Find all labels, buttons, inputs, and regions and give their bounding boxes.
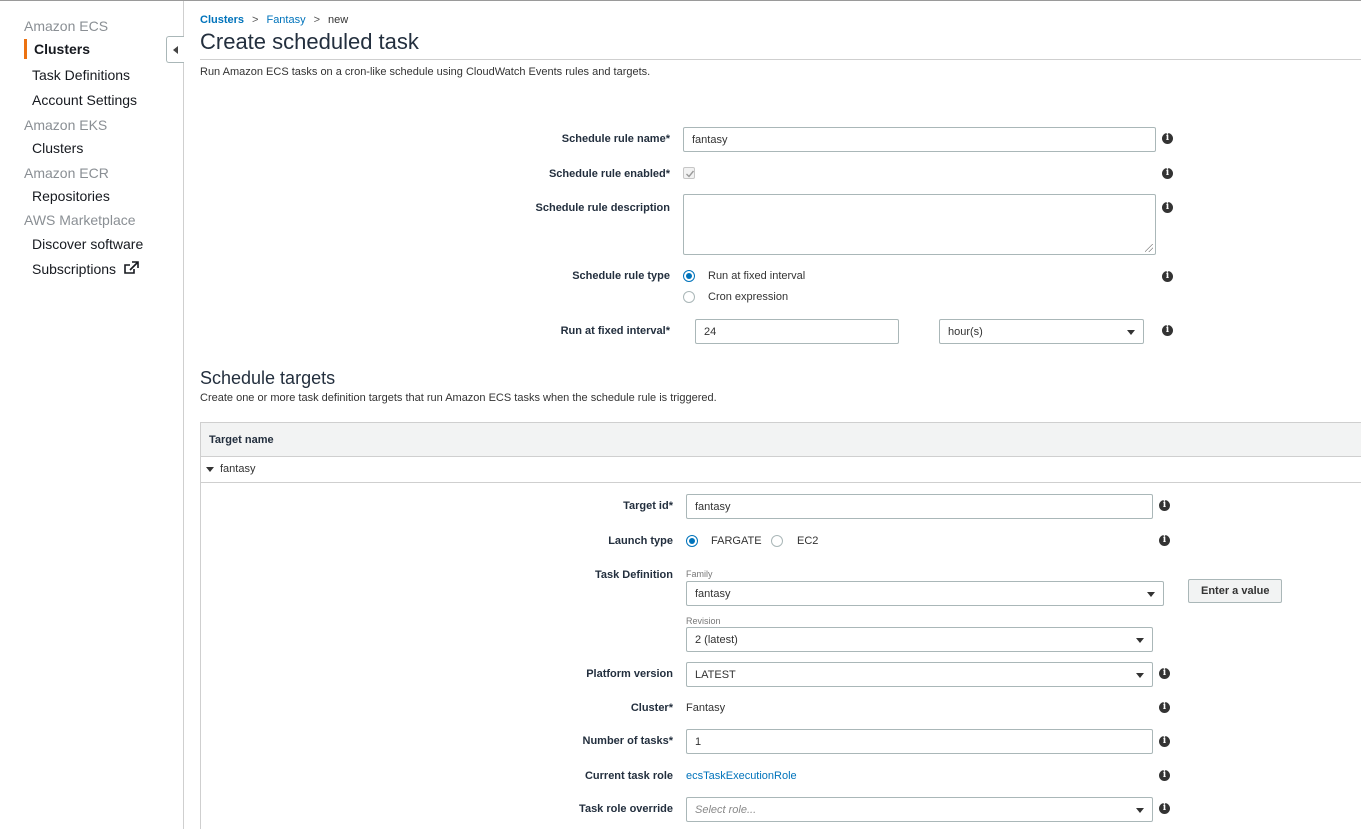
info-icon[interactable]: i <box>1159 770 1170 781</box>
top-border <box>0 0 1361 1</box>
number-of-tasks-label: Number of tasks* <box>582 735 673 747</box>
revision-select[interactable]: 2 (latest) <box>686 627 1153 652</box>
radio-cron-expression[interactable] <box>683 291 695 303</box>
info-icon[interactable]: i <box>1162 271 1173 282</box>
sidebar-item-subscriptions[interactable]: Subscriptions <box>32 261 139 277</box>
caret-down-icon <box>206 467 214 472</box>
interval-unit-select[interactable]: hour(s) <box>939 319 1144 344</box>
platform-version-label: Platform version <box>586 668 673 680</box>
task-role-override-select[interactable]: Select role... <box>686 797 1153 822</box>
radio-fixed-interval[interactable] <box>683 270 695 282</box>
schedule-rule-name-input[interactable]: fantasy <box>683 127 1156 152</box>
breadcrumb: Clusters > Fantasy > new <box>200 14 348 26</box>
breadcrumb-separator: > <box>313 14 321 26</box>
info-icon[interactable]: i <box>1159 535 1170 546</box>
info-icon[interactable]: i <box>1159 803 1170 814</box>
schedule-rule-enabled-label: Schedule rule enabled* <box>548 168 670 180</box>
radio-fargate-label[interactable]: FARGATE <box>711 535 762 547</box>
sidebar-section-ecs: Amazon ECS <box>24 18 109 34</box>
target-id-label: Target id* <box>623 500 673 512</box>
sidebar-item-account-settings[interactable]: Account Settings <box>32 92 137 108</box>
radio-ec2-label[interactable]: EC2 <box>797 535 818 547</box>
enter-value-button[interactable]: Enter a value <box>1188 579 1283 603</box>
schedule-targets-title: Schedule targets <box>200 368 336 388</box>
current-task-role-link[interactable]: ecsTaskExecutionRole <box>686 770 797 782</box>
radio-fixed-interval-label[interactable]: Run at fixed interval <box>708 270 805 282</box>
resize-handle-icon[interactable] <box>1145 244 1153 252</box>
sidebar-collapse-button[interactable] <box>166 36 184 63</box>
info-icon[interactable]: i <box>1159 668 1170 679</box>
breadcrumb-separator: > <box>252 14 259 26</box>
sidebar-section-eks: Amazon EKS <box>24 117 108 133</box>
targets-table-header: Target name <box>200 422 1361 457</box>
info-icon[interactable]: i <box>1159 736 1170 747</box>
schedule-rule-name-label: Schedule rule name* <box>561 133 670 145</box>
task-role-override-label: Task role override <box>579 803 673 815</box>
number-of-tasks-input[interactable]: 1 <box>686 729 1153 754</box>
sidebar-item-clusters[interactable]: Clusters <box>34 41 90 57</box>
family-sublabel: Family <box>686 569 713 579</box>
radio-fargate[interactable] <box>686 535 698 547</box>
page-title: Create scheduled task <box>200 29 419 54</box>
schedule-targets-subtitle: Create one or more task definition targe… <box>200 392 717 404</box>
revision-sublabel: Revision <box>686 616 721 626</box>
cluster-value: Fantasy <box>686 702 726 714</box>
target-id-input[interactable]: fantasy <box>686 494 1153 519</box>
schedule-rule-description-textarea[interactable] <box>683 194 1156 255</box>
sidebar-item-discover-software[interactable]: Discover software <box>32 236 143 252</box>
task-definition-label: Task Definition <box>594 569 673 581</box>
info-icon[interactable]: i <box>1162 168 1173 179</box>
info-icon[interactable]: i <box>1162 202 1173 213</box>
column-header-target-name: Target name <box>209 434 274 446</box>
sidebar-item-eks-clusters[interactable]: Clusters <box>32 140 83 156</box>
cluster-label: Cluster* <box>630 702 673 714</box>
sidebar-item-repositories[interactable]: Repositories <box>32 188 110 204</box>
radio-ec2[interactable] <box>771 535 783 547</box>
target-row-name: fantasy <box>220 463 256 475</box>
external-link-icon <box>124 261 139 274</box>
active-indicator <box>24 39 27 59</box>
schedule-rule-description-label: Schedule rule description <box>535 202 670 214</box>
radio-cron-expression-label[interactable]: Cron expression <box>708 291 788 303</box>
sidebar: Amazon ECS Clusters Task Definitions Acc… <box>0 1 184 829</box>
schedule-rule-enabled-checkbox[interactable] <box>683 167 695 179</box>
schedule-rule-type-label: Schedule rule type <box>572 270 670 282</box>
run-interval-label: Run at fixed interval* <box>560 325 670 337</box>
target-row-toggle[interactable]: fantasy <box>200 457 1361 483</box>
breadcrumb-fantasy[interactable]: Fantasy <box>266 14 305 26</box>
run-interval-input[interactable]: 24 <box>695 319 899 344</box>
breadcrumb-current: new <box>328 14 349 26</box>
info-icon[interactable]: i <box>1162 133 1173 144</box>
breadcrumb-clusters[interactable]: Clusters <box>200 14 244 26</box>
family-select[interactable]: fantasy <box>686 581 1164 606</box>
current-task-role-label: Current task role <box>584 770 673 782</box>
target-row-body-border <box>200 483 201 829</box>
sidebar-item-task-definitions[interactable]: Task Definitions <box>32 67 130 83</box>
info-icon[interactable]: i <box>1159 500 1170 511</box>
info-icon[interactable]: i <box>1159 702 1170 713</box>
platform-version-select[interactable]: LATEST <box>686 662 1153 687</box>
sidebar-section-marketplace: AWS Marketplace <box>24 212 136 228</box>
info-icon[interactable]: i <box>1162 325 1173 336</box>
title-divider <box>200 59 1361 60</box>
sidebar-section-ecr: Amazon ECR <box>24 165 109 181</box>
sidebar-item-subscriptions-label: Subscriptions <box>32 261 117 277</box>
launch-type-label: Launch type <box>608 535 673 547</box>
page-subtitle: Run Amazon ECS tasks on a cron-like sche… <box>200 66 651 78</box>
check-icon <box>686 170 695 178</box>
